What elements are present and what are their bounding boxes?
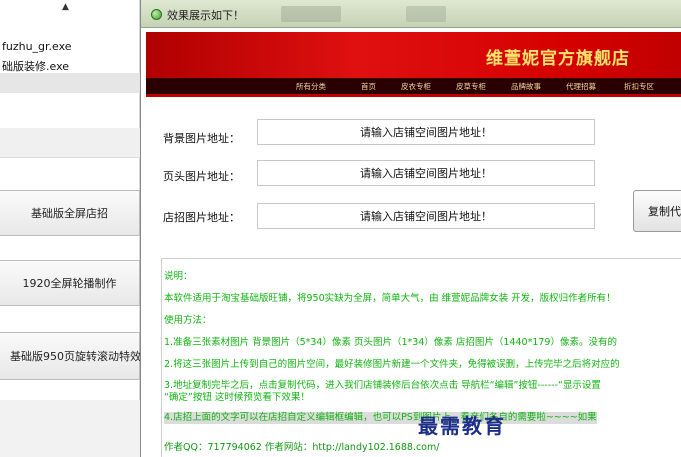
header-image-label: 页头图片地址：	[163, 170, 240, 183]
nav-item-fur[interactable]: 皮草专柜	[456, 81, 486, 92]
preview-dialog: 效果展示如下！ 维萱妮官方旗舰店 所有分类 首页 皮衣专柜 皮草专柜 品牌故事 …	[140, 0, 681, 457]
instructions-step-3: 3.地址复制完毕之后，点击复制代码，进入我们店铺装修后台依次点击 导航栏“编辑”…	[164, 380, 601, 391]
banner-divider	[146, 94, 681, 97]
shop-name: 维萱妮官方旗舰店	[486, 49, 630, 69]
titlebar-blur	[281, 6, 341, 22]
instructions-step-4: 4.店招上面的文字可以在店招自定义编辑框编辑，也可以PS到图片上，看亲们各自的需…	[164, 412, 597, 424]
nav-item-leather[interactable]: 皮衣专柜	[401, 81, 431, 92]
shop-nav-bar: 所有分类 首页 皮衣专柜 皮草专柜 品牌故事 代理招募 折扣专区	[146, 78, 681, 94]
instructions-step-3-cont: “确定”按钮 这时候预览看下效果！	[164, 392, 310, 403]
titlebar-blur	[406, 6, 446, 22]
fullscreen-shop-sign-button[interactable]: 基础版全屏店招	[0, 190, 140, 236]
instructions-step-1: 1.准备三张素材图片 背景图片（5*34）像素 页头图片（1*34）像素 店招图…	[164, 337, 617, 348]
watermark-logo: 最需教育	[418, 414, 506, 438]
shop-banner: 维萱妮官方旗舰店	[146, 32, 681, 78]
scroll-up-arrow-icon[interactable]: ▲	[62, 2, 69, 12]
file-item[interactable]: fuzhu_gr.exe	[2, 40, 72, 53]
instructions-method: 使用方法：	[164, 315, 212, 326]
nav-item-all-categories[interactable]: 所有分类	[296, 81, 326, 92]
file-item[interactable]: 础版装修.exe	[2, 58, 69, 74]
rotate-scroll-effect-button[interactable]: 基础版950页旋转滚动特效	[0, 332, 141, 380]
nav-item-brand-story[interactable]: 品牌故事	[511, 81, 541, 92]
header-image-input[interactable]	[257, 160, 595, 186]
instructions-intro: 本软件适用于淘宝基础版旺铺，将950实缺为全屏，简单大气，由 维萱妮品牌女装 开…	[164, 293, 616, 304]
nav-item-discount[interactable]: 折扣专区	[624, 81, 654, 92]
shop-sign-image-input[interactable]	[257, 203, 595, 229]
nav-item-home[interactable]: 首页	[361, 81, 376, 92]
panel-divider	[0, 128, 140, 158]
instructions-step-2: 2.将这三张图片上传到自己的图片空间，最好装修图片新建一个文件夹，免得被误删，上…	[164, 359, 620, 370]
dialog-title: 效果展示如下！	[167, 9, 244, 22]
dialog-titlebar[interactable]: 效果展示如下！	[141, 0, 681, 28]
toolbar-strip	[0, 73, 140, 93]
background-app-panel: ▲ fuzhu_gr.exe 础版装修.exe 基础版全屏店招 1920全屏轮播…	[0, 0, 141, 457]
copy-code-button[interactable]: 复制代	[633, 190, 681, 232]
instructions-heading: 说明：	[164, 271, 193, 282]
app-icon	[151, 9, 162, 20]
nav-item-agent[interactable]: 代理招募	[566, 81, 596, 92]
shop-sign-image-label: 店招图片地址：	[163, 211, 240, 224]
background-image-input[interactable]	[257, 119, 595, 145]
author-info: 作者QQ：717794062 作者网站：http://landy102.1688…	[164, 442, 440, 453]
screen: ▲ fuzhu_gr.exe 础版装修.exe 基础版全屏店招 1920全屏轮播…	[0, 0, 681, 457]
panel-footer	[0, 400, 140, 457]
background-image-label: 背景图片地址：	[163, 132, 240, 145]
carousel-1920-button[interactable]: 1920全屏轮播制作	[0, 260, 140, 306]
